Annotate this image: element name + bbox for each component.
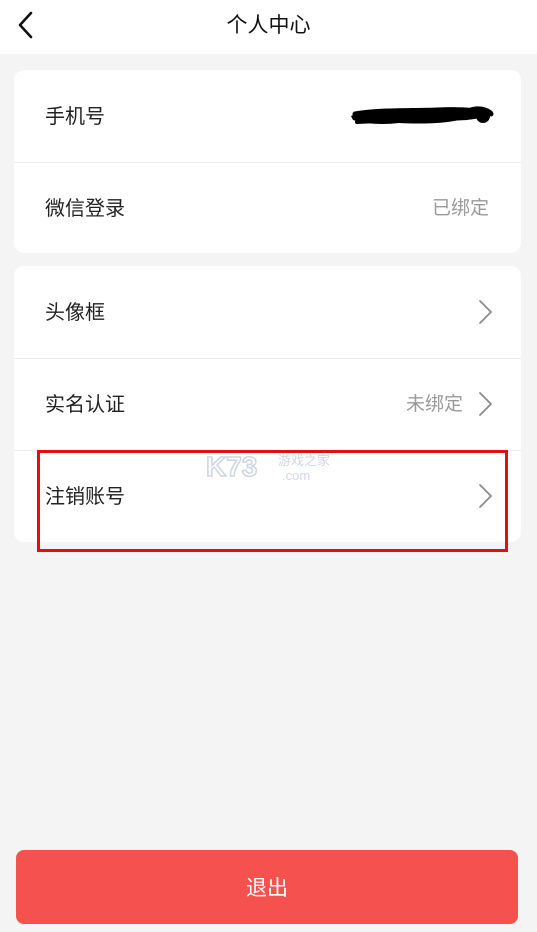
k73-watermark: K73 游戏之家 .com (205, 450, 330, 483)
top-bar: 个人中心 (0, 0, 537, 54)
real-name-status: 未绑定 (405, 393, 463, 415)
phone-row[interactable]: 手机号 (14, 70, 521, 162)
wechat-login-row[interactable]: 微信登录 已绑定 (14, 162, 521, 254)
chevron-right-icon (479, 484, 492, 508)
wechat-login-label: 微信登录 (45, 196, 125, 220)
real-name-auth-label: 实名认证 (45, 392, 125, 416)
avatar-frame-row[interactable]: 头像框 (14, 266, 521, 358)
account-card: 手机号 微信登录 已绑定 (14, 70, 521, 253)
page-title: 个人中心 (226, 13, 311, 37)
redacted-phone-scribble (351, 106, 494, 124)
real-name-auth-row[interactable]: 实名认证 未绑定 (14, 358, 521, 450)
wechat-status: 已绑定 (431, 197, 489, 219)
chevron-right-icon (479, 300, 492, 324)
watermark-brand: K73 (206, 451, 257, 482)
chevron-right-icon (479, 392, 492, 416)
settings-card: 头像框 实名认证 未绑定 注销账号 (14, 266, 521, 542)
cancel-account-label: 注销账号 (45, 484, 125, 508)
watermark-domain: .com (282, 468, 310, 483)
watermark-tagline: 游戏之家 (278, 453, 330, 469)
logout-button[interactable]: 退出 (16, 850, 518, 924)
phone-label: 手机号 (45, 104, 105, 128)
avatar-frame-label: 头像框 (45, 300, 105, 324)
